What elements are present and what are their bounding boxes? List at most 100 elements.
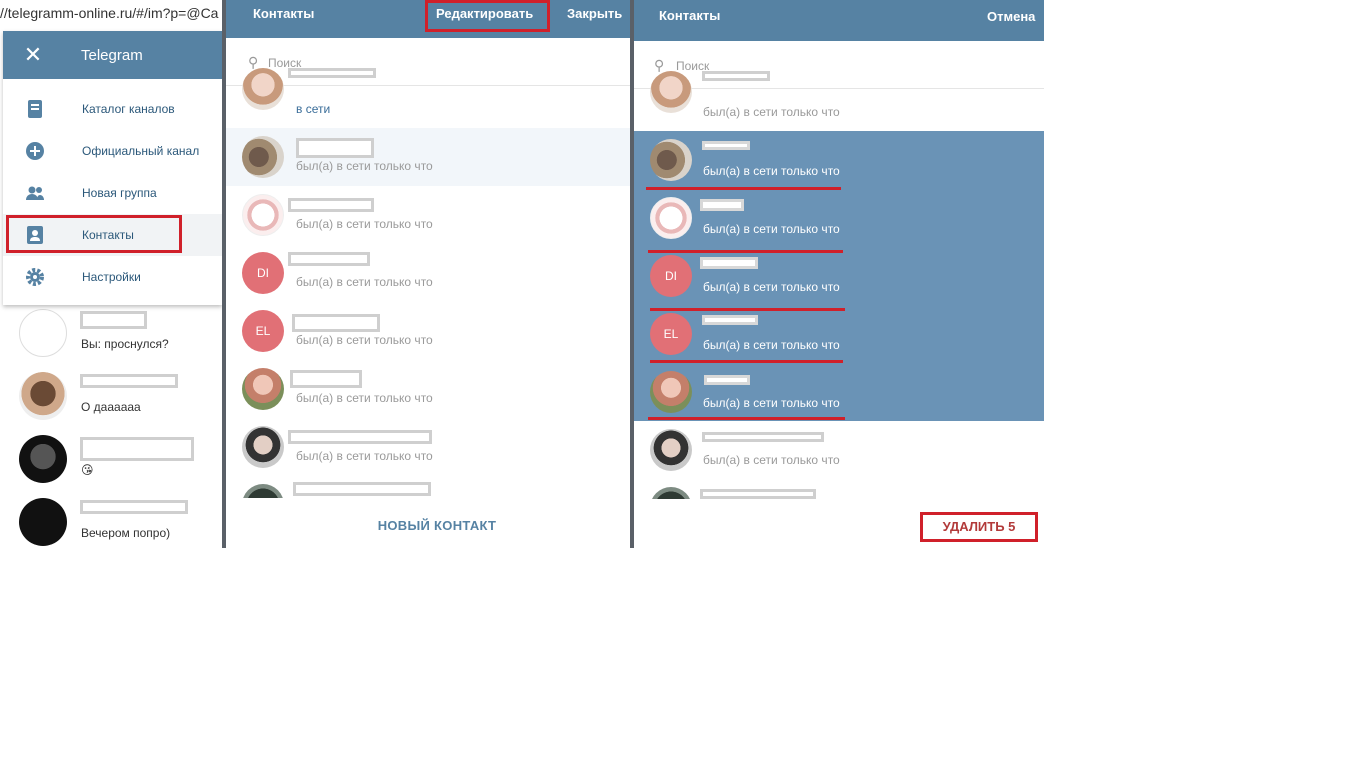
avatar: EL (650, 313, 692, 355)
chat-name-redacted (80, 311, 147, 329)
contact-row[interactable]: был(а) в сети только что (226, 186, 630, 244)
contact-name-redacted (288, 68, 376, 78)
contact-row[interactable] (634, 479, 1044, 499)
contact-status: был(а) в сети только что (296, 159, 433, 173)
contact-status: был(а) в сети только что (296, 275, 433, 289)
contact-status: был(а) в сети только что (296, 333, 433, 347)
contact-row-selected[interactable]: был(а) в сети только что (634, 189, 1044, 247)
contact-name-redacted (702, 141, 750, 150)
contact-status: был(а) в сети только что (703, 164, 840, 178)
contact-row-selected[interactable]: был(а) в сети только что (634, 131, 1044, 189)
panel-footer: УДАЛИТЬ 5 (634, 499, 1044, 548)
avatar (242, 194, 284, 236)
chat-last-message: Вы: проснулся? (81, 337, 169, 351)
plus-circle-icon (26, 142, 44, 160)
telegram-menu-panel: //telegramm-online.ru/#/im?p=@Ca ✕ Teleg… (0, 0, 222, 548)
chat-item[interactable]: Вечером попро) (0, 494, 222, 548)
contact-row[interactable]: был(а) в сети только что (226, 418, 630, 476)
menu-item-label: Настройки (82, 270, 141, 284)
menu-item-label: Каталог каналов (82, 102, 175, 116)
chat-item[interactable]: 😘 (0, 431, 222, 491)
contact-row[interactable]: был(а) в сети только что (226, 360, 630, 418)
gear-icon (26, 268, 44, 286)
avatar (242, 136, 284, 178)
new-contact-button[interactable]: НОВЫЙ КОНТАКТ (226, 518, 630, 533)
edit-title: Контакты (659, 8, 721, 23)
menu-item-channel-catalog[interactable]: Каталог каналов (3, 88, 222, 130)
selection-underline (650, 360, 843, 363)
book-icon (28, 100, 42, 118)
contact-row[interactable]: был(а) в сети только что (226, 128, 630, 186)
chat-last-message: Вечером попро) (81, 526, 171, 540)
contact-name-redacted (296, 138, 374, 158)
contact-name-redacted (288, 430, 432, 444)
avatar: EL (242, 310, 284, 352)
contact-row[interactable]: EL был(а) в сети только что (226, 302, 630, 360)
contacts-highlight-box (6, 215, 182, 253)
contact-status: был(а) в сети только что (703, 453, 840, 467)
avatar (650, 139, 692, 181)
contact-row[interactable] (226, 476, 630, 498)
selection-underline (648, 250, 843, 253)
menu-item-label: Официальный канал (82, 144, 200, 158)
close-button[interactable]: Закрыть (567, 6, 622, 21)
selection-underline (650, 308, 845, 311)
chat-last-message: 😘 (81, 463, 94, 477)
contact-row-selected[interactable]: DI был(а) в сети только что (634, 247, 1044, 305)
contacts-panel: Контакты Редактировать Закрыть ⚲ Поиск в… (226, 0, 630, 548)
contact-name-redacted (288, 198, 374, 212)
contact-row[interactable]: DI был(а) в сети только что (226, 244, 630, 302)
group-icon (26, 186, 44, 200)
avatar (242, 68, 284, 110)
contact-name-redacted (293, 482, 431, 496)
url-bar[interactable]: //telegramm-online.ru/#/im?p=@Ca (0, 0, 222, 30)
contact-status: был(а) в сети только что (703, 222, 840, 236)
contact-row-selected[interactable]: был(а) в сети только что (634, 363, 1044, 421)
contact-name-redacted (700, 489, 816, 499)
contact-name-redacted (288, 252, 370, 266)
panel-footer: НОВЫЙ КОНТАКТ (226, 498, 630, 548)
chat-item[interactable]: О даааааа (0, 368, 222, 428)
contact-row[interactable]: был(а) в сети только что (634, 71, 1044, 131)
menu-item-settings[interactable]: Настройки (3, 256, 222, 298)
avatar (650, 487, 692, 499)
contact-status: был(а) в сети только что (703, 280, 840, 294)
chat-item[interactable]: Вы: проснулся? (0, 305, 222, 365)
avatar: DI (650, 255, 692, 297)
avatar (19, 372, 67, 420)
contact-row-selected[interactable]: EL был(а) в сети только что (634, 305, 1044, 363)
menu-item-new-group[interactable]: Новая группа (3, 172, 222, 214)
avatar: DI (242, 252, 284, 294)
menu-item-official-channel[interactable]: Официальный канал (3, 130, 222, 172)
avatar (242, 426, 284, 468)
close-icon[interactable]: ✕ (3, 42, 63, 68)
selected-contacts-block: был(а) в сети только что был(а) в сети т… (634, 131, 1044, 421)
contact-row[interactable]: в сети (226, 68, 630, 128)
contact-name-redacted (700, 257, 758, 269)
contact-name-redacted (700, 199, 744, 211)
contact-status: в сети (296, 102, 331, 116)
cancel-button[interactable]: Отмена (987, 9, 1035, 24)
selection-underline (648, 417, 845, 420)
chat-name-redacted (80, 437, 194, 461)
delete-contacts-button[interactable]: УДАЛИТЬ 5 (920, 512, 1038, 542)
edit-header: Контакты Отмена (634, 0, 1044, 41)
avatar (650, 197, 692, 239)
contact-name-redacted (702, 432, 824, 442)
contact-name-redacted (290, 370, 362, 388)
avatar (650, 71, 692, 113)
chat-name-redacted (80, 500, 188, 514)
contact-status: был(а) в сети только что (296, 391, 433, 405)
contact-status: был(а) в сети только что (703, 338, 840, 352)
edit-contacts-panel: Контакты Отмена ⚲ Поиск был(а) в сети то… (634, 0, 1044, 548)
edit-highlight-box (425, 0, 550, 32)
contacts-title: Контакты (253, 6, 315, 21)
avatar (19, 435, 67, 483)
contact-name-redacted (292, 314, 380, 332)
contact-name-redacted (704, 375, 750, 385)
avatar (242, 368, 284, 410)
avatar (650, 429, 692, 471)
side-menu: ✕ Telegram Каталог каналов Официальный к… (3, 31, 222, 305)
contact-row[interactable]: был(а) в сети только что (634, 421, 1044, 479)
contact-name-redacted (702, 71, 770, 81)
